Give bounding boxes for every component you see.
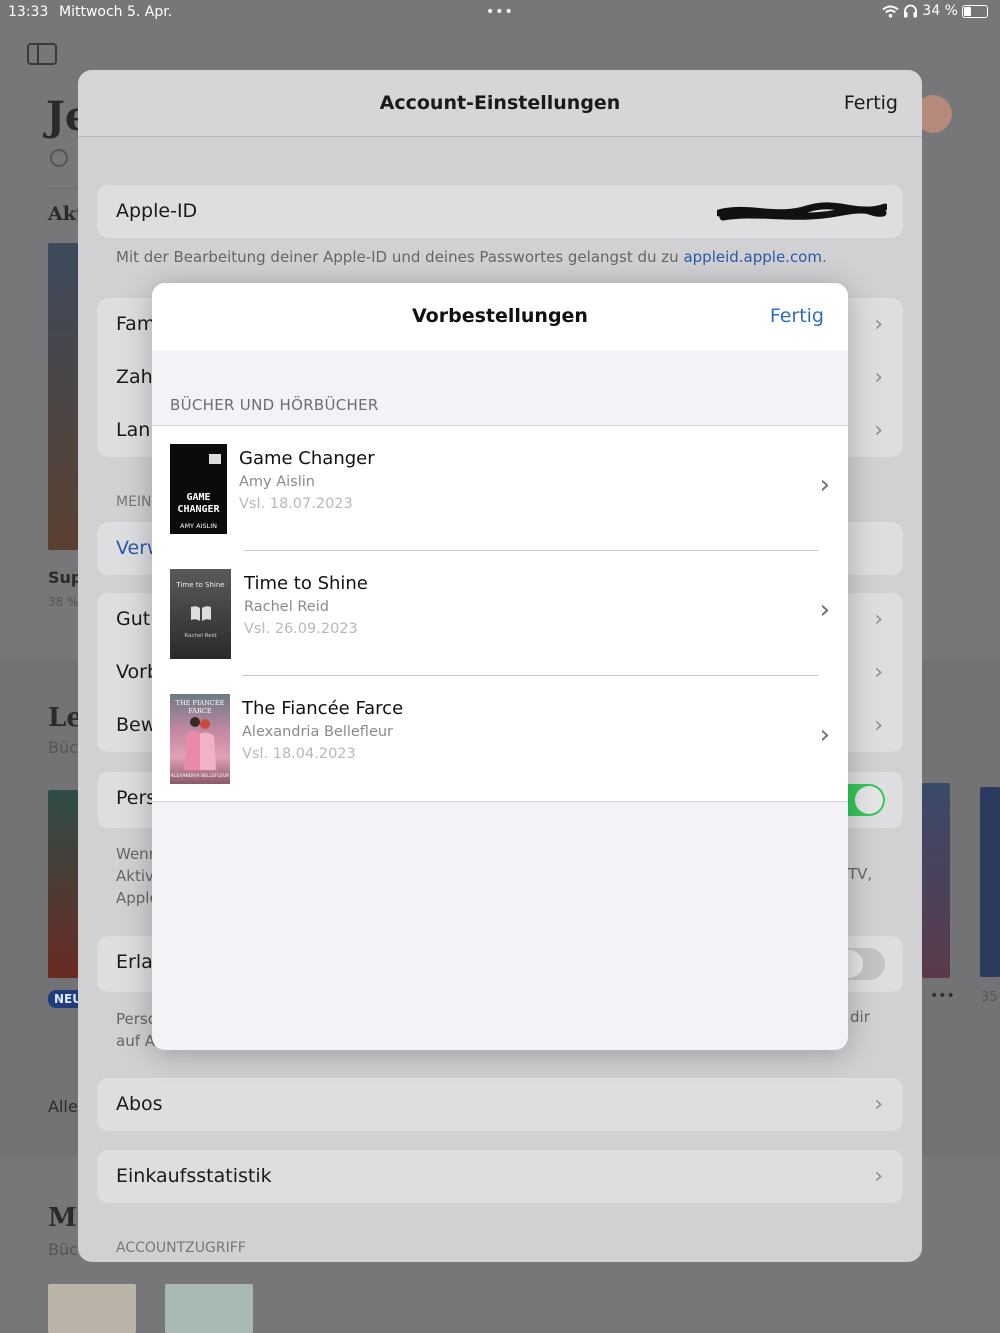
row-label: Erla — [116, 951, 153, 973]
cover-title: GAME CHANGER — [177, 492, 220, 515]
sidebar-toggle-icon — [27, 43, 57, 65]
bg-book-cover-5 — [48, 1284, 136, 1333]
bg-book-cover-4 — [980, 787, 1000, 977]
personalize-note-right: TV, — [848, 865, 873, 883]
couple-illustration — [184, 717, 216, 770]
row-label: Bew — [116, 714, 157, 736]
row-label: Abos — [116, 1093, 163, 1115]
release-date: Vsl. 18.07.2023 — [239, 496, 353, 512]
chevron-right-icon: › — [874, 312, 883, 337]
preorders-modal: Vorbestellungen Fertig BÜCHER UND HÖRBÜC… — [152, 283, 848, 1050]
cover-title: THE FIANCÉE FARCE — [175, 699, 225, 715]
row-label: Lan — [116, 419, 151, 441]
chevron-right-icon: › — [874, 713, 883, 738]
subscriptions-row[interactable]: Abos › — [97, 1078, 903, 1131]
cover-author: Rachel Reid — [184, 633, 217, 639]
release-date: Vsl. 18.04.2023 — [242, 746, 356, 762]
chevron-right-icon: › — [819, 470, 830, 500]
book-cover: THE FIANCÉE FARCE ALEXANDRIA BELLEFLEUR — [170, 694, 230, 784]
book-cover-art — [209, 454, 221, 464]
chevron-right-icon: › — [874, 660, 883, 685]
purchase-stats-group: Einkaufsstatistik › — [97, 1150, 903, 1203]
chevron-right-icon: › — [874, 418, 883, 443]
book-icon — [191, 606, 211, 621]
book-title: Time to Shine — [244, 573, 368, 594]
modal-done-button[interactable]: Fertig — [770, 305, 824, 327]
cover-title: Time to Shine — [176, 581, 225, 589]
allow-note: Perso auf A — [116, 1008, 157, 1052]
preorder-list: GAME CHANGER AMY AISLIN Game Changer Amy… — [152, 425, 848, 802]
bg-book-cover-3 — [922, 783, 950, 978]
list-item[interactable]: GAME CHANGER AMY AISLIN Game Changer Amy… — [152, 426, 848, 551]
bg-progress-icon — [50, 149, 68, 167]
bg-book-cover-2 — [48, 790, 78, 978]
apple-id-footnote-text: Mit der Bearbeitung deiner Apple-ID und … — [116, 248, 684, 266]
appleid-link[interactable]: appleid.apple.com — [683, 248, 822, 266]
redacted-scribble — [717, 202, 887, 221]
bg-count: 35 — [981, 990, 998, 1005]
bg-book-cover-6 — [165, 1284, 253, 1333]
section-header: BÜCHER UND HÖRBÜCHER — [170, 396, 379, 414]
chevron-right-icon: › — [874, 1092, 883, 1117]
chevron-right-icon: › — [819, 720, 830, 750]
release-date: Vsl. 26.09.2023 — [244, 621, 358, 637]
bg-section-read-sub: Büc — [48, 738, 78, 757]
chevron-right-icon: › — [819, 595, 830, 625]
chevron-right-icon: › — [874, 365, 883, 390]
book-author: Alexandria Bellefleur — [242, 724, 394, 740]
sheet-done-button[interactable]: Fertig — [844, 92, 898, 114]
apple-id-row[interactable]: Apple-ID — [97, 185, 903, 238]
book-title: Game Changer — [239, 448, 375, 469]
bg-divider — [48, 188, 78, 189]
row-label: Zah — [116, 366, 153, 388]
chevron-right-icon: › — [874, 1164, 883, 1189]
bg-section-more-sub: Büc — [48, 1240, 78, 1259]
row-label: Pers — [116, 787, 157, 809]
apple-id-label: Apple-ID — [116, 200, 198, 222]
row-label: Gutl — [116, 608, 156, 630]
sheet-header: Account-Einstellungen Fertig — [78, 70, 922, 137]
modal-title: Vorbestellungen — [412, 305, 588, 327]
bg-book-progress: 38 % — [48, 595, 79, 609]
row-label: Fam — [116, 313, 156, 335]
bg-book-cover — [48, 243, 78, 550]
sheet-title: Account-Einstellungen — [379, 92, 621, 114]
bg-all-link: Alle — [48, 1097, 78, 1116]
list-item[interactable]: THE FIANCÉE FARCE ALEXANDRIA BELLEFLEUR … — [152, 676, 848, 801]
section-account-access: ACCOUNTZUGRIFF — [116, 1240, 246, 1256]
apple-id-group: Apple-ID — [97, 185, 903, 238]
book-cover: GAME CHANGER AMY AISLIN — [170, 444, 227, 534]
note-line: Perso — [116, 1010, 157, 1028]
cover-author: AMY AISLIN — [180, 522, 217, 530]
list-item[interactable]: Time to Shine Rachel Reid Time to Shine … — [152, 551, 848, 676]
row-label: Einkaufsstatistik — [116, 1165, 272, 1187]
book-author: Amy Aislin — [239, 474, 315, 490]
subscriptions-group: Abos › — [97, 1078, 903, 1131]
allow-note-right: dir — [850, 1008, 870, 1026]
note-line: auf A — [116, 1032, 156, 1050]
bg-more-icon: ••• — [930, 988, 955, 1004]
book-cover: Time to Shine Rachel Reid — [170, 569, 231, 659]
chevron-right-icon: › — [874, 607, 883, 632]
modal-header: Vorbestellungen Fertig — [152, 283, 848, 350]
book-title: The Fiancée Farce — [242, 698, 404, 719]
apple-id-footnote: Mit der Bearbeitung deiner Apple-ID und … — [116, 248, 827, 266]
section-mein: MEIN — [116, 494, 152, 510]
purchase-stats-row[interactable]: Einkaufsstatistik › — [97, 1150, 903, 1203]
apple-id-footnote-end: . — [821, 248, 827, 266]
cover-author: ALEXANDRIA BELLEFLEUR — [170, 774, 230, 779]
book-author: Rachel Reid — [244, 599, 329, 615]
